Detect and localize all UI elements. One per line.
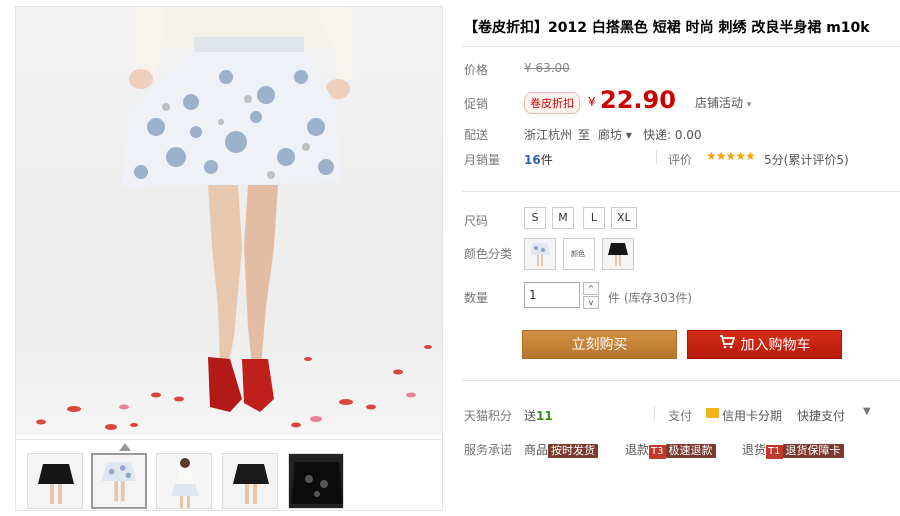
thumbnail-1[interactable] (27, 453, 83, 509)
thumbnail-5[interactable] (288, 453, 344, 509)
price-label: 价格 (464, 63, 489, 77)
service-return-guarantee[interactable]: 退货 T1 退货保障卡 (742, 441, 844, 459)
service-tag: 按时发货 (548, 444, 599, 458)
color-swatch-black[interactable] (602, 238, 634, 270)
quantity-decrease-button[interactable]: v (583, 296, 599, 309)
fast-pay-link[interactable]: 快捷支付 (797, 407, 845, 424)
service-fast-refund[interactable]: 退款 T3 极速退款 (625, 441, 716, 459)
cart-icon (719, 331, 735, 360)
points-prefix: 送 (524, 409, 537, 423)
product-info-panel: 【卷皮折扣】2012 白搭黑色 短裙 时尚 刺绣 改良半身裙 m10k 价格 ¥… (462, 0, 900, 516)
color-swatch-label: 颜色 (571, 250, 585, 258)
points-label: 天猫积分 (464, 409, 513, 423)
sales-unit: 件 (540, 153, 553, 167)
divider (654, 406, 655, 420)
points-value: 送11 (524, 407, 553, 424)
service-tag: 极速退款 (665, 444, 716, 458)
shop-promo-label: 店铺活动 (695, 96, 744, 110)
size-option-m[interactable]: M (552, 207, 574, 229)
review-score-link[interactable]: 5分(累计评价5) (764, 151, 849, 168)
service-code: T1 (766, 445, 783, 459)
thumbnail-4[interactable] (222, 453, 278, 509)
monthly-sales-label: 月销量 (464, 153, 501, 167)
credit-installment-link[interactable]: 信用卡分期 (722, 407, 782, 424)
thumbnail-2[interactable] (91, 453, 147, 509)
ship-to-word: 至 (578, 128, 591, 142)
review-label: 评价 (668, 153, 693, 167)
original-price: ¥ 63.00 (524, 61, 570, 75)
credit-card-icon (706, 408, 719, 418)
divider (656, 150, 657, 164)
service-prefix: 退货 (742, 443, 767, 457)
payment-label: 支付 (668, 409, 693, 423)
color-label: 颜色分类 (464, 247, 513, 261)
sales-number: 16 (524, 153, 541, 167)
quantity-input[interactable]: 1 (524, 282, 580, 308)
chevron-down-icon: ▾ (746, 100, 752, 110)
thumbnail-strip (16, 439, 442, 511)
currency-symbol: ¥ (588, 95, 596, 109)
add-to-cart-label: 加入购物车 (740, 337, 811, 354)
quantity-increase-button[interactable]: ^ (583, 282, 599, 295)
ship-from: 浙江杭州 (524, 128, 573, 142)
thumbnail-3[interactable] (156, 453, 212, 509)
color-swatch-floral[interactable] (524, 238, 556, 270)
add-to-cart-button[interactable]: 加入购物车 (687, 330, 842, 359)
active-thumb-indicator (119, 443, 131, 451)
buy-now-button[interactable]: 立刻购买 (522, 330, 677, 359)
size-option-xl[interactable]: XL (611, 207, 637, 229)
color-swatch-text[interactable]: 颜色 (563, 238, 595, 270)
shipping-fee: 快递: 0.00 (643, 128, 702, 142)
service-prefix: 商品 (524, 443, 549, 457)
quantity-label: 数量 (464, 291, 489, 305)
service-on-time-shipping[interactable]: 商品 按时发货 (524, 441, 599, 458)
divider (462, 191, 900, 192)
divider (462, 46, 900, 47)
product-title: 【卷皮折扣】2012 白搭黑色 短裙 时尚 刺绣 改良半身裙 m10k (464, 20, 870, 36)
promo-label: 促销 (464, 97, 489, 111)
stock-info: 件 (库存303件) (608, 291, 693, 305)
size-option-s[interactable]: S (524, 207, 546, 229)
promo-price: 22.90 (600, 86, 676, 114)
ship-destination-select[interactable]: 廊坊 ▾ (598, 126, 632, 143)
size-label: 尺码 (464, 214, 489, 228)
divider (462, 380, 900, 381)
product-gallery (15, 6, 443, 511)
service-label: 服务承诺 (464, 443, 513, 457)
service-prefix: 退款 (625, 443, 650, 457)
main-product-image[interactable] (16, 7, 442, 435)
chevron-down-icon[interactable]: ▼ (863, 406, 871, 417)
points-number: 11 (536, 409, 553, 423)
model-skirt-photo (36, 7, 432, 430)
service-code: T3 (649, 445, 666, 459)
shipping-label: 配送 (464, 128, 489, 142)
rating-stars-icon: ★★★★★ (706, 149, 756, 163)
promo-badge: 卷皮折扣 (524, 92, 580, 114)
shop-promo-dropdown[interactable]: 店铺活动 ▾ (695, 94, 751, 111)
size-option-l[interactable]: L (583, 207, 605, 229)
service-tag: 退货保障卡 (782, 444, 844, 458)
monthly-sales-count: 16件 (524, 151, 553, 168)
